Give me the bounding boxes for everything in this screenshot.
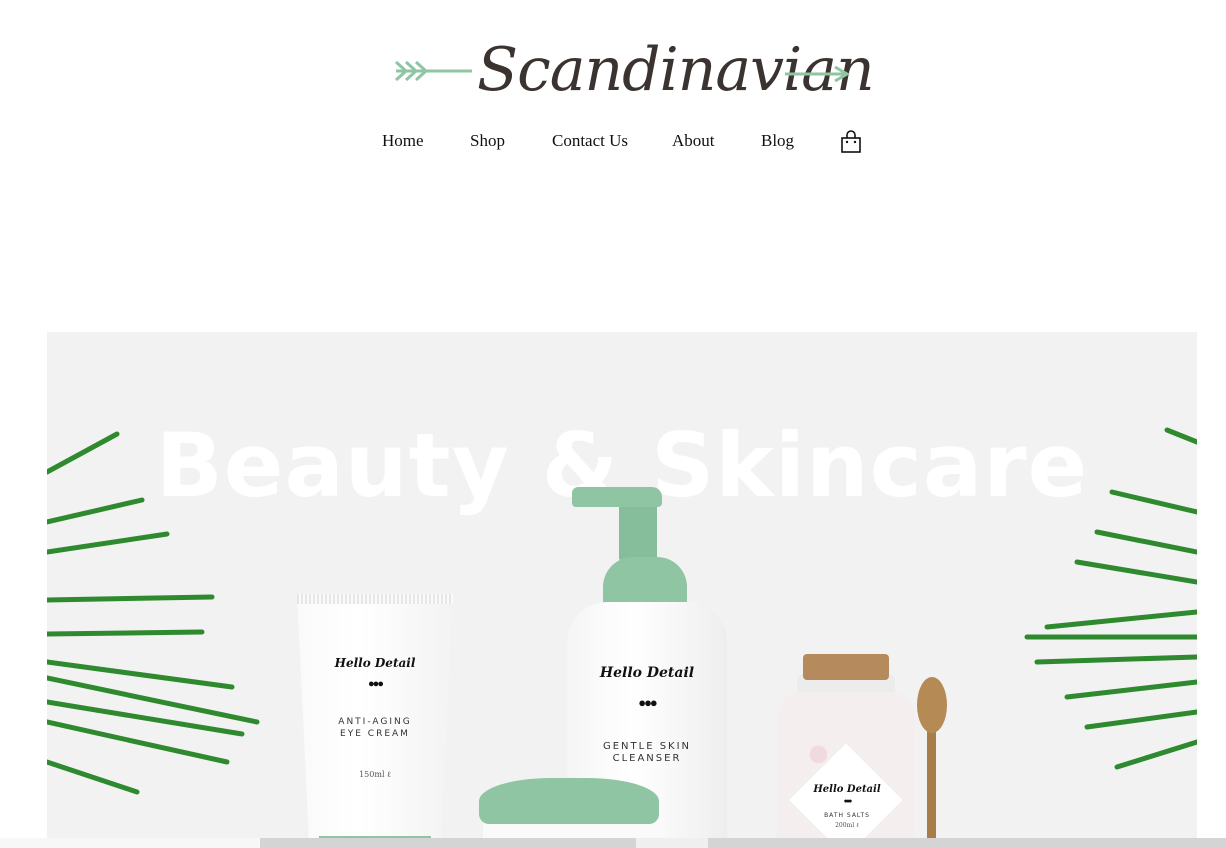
arrow-right-decoration-icon (785, 66, 850, 82)
nav-blog-link[interactable]: Blog (761, 128, 794, 154)
brand-dots-icon: ●●● (368, 678, 384, 690)
bottle-name-line1: GENTLE SKIN (602, 741, 692, 752)
palm-leaf-left-decoration (47, 431, 260, 795)
nav-home-link[interactable]: Home (382, 128, 424, 154)
tube-name-line1: ANTI-AGING (338, 717, 412, 727)
salt-brand: Hello Detail (813, 784, 881, 795)
tube-name-line2: EYE CREAM (340, 729, 410, 739)
scrollbar-thumb[interactable] (636, 838, 708, 848)
brand-dots-icon: ●●● (843, 797, 853, 805)
bottle-name-line2: CLEANSER (612, 753, 682, 764)
bottle-brand: Hello Detail (599, 665, 695, 681)
site-header: Scandinavian Home Shop Contact Us About … (0, 0, 1226, 180)
eye-cream-tube: Hello Detail ●●● ANTI-AGING EYE CREAM 15… (297, 594, 453, 848)
nav-about-link[interactable]: About (672, 128, 715, 154)
salt-volume: 200ml ℓ (835, 822, 859, 829)
main-nav: Home Shop Contact Us About Blog (0, 128, 1226, 156)
tube-volume: 150ml ℓ (359, 770, 391, 779)
hero-banner[interactable]: Beauty & Skincare Hello Detail ●●● ANTI-… (47, 332, 1197, 848)
wooden-spoon (913, 677, 953, 848)
arrow-left-decoration-icon (394, 60, 472, 82)
shopping-bag-icon[interactable] (838, 130, 864, 156)
brand-dots-icon: ●●● (638, 695, 658, 710)
tube-brand: Hello Detail (334, 656, 416, 670)
nav-contact-link[interactable]: Contact Us (552, 128, 628, 154)
horizontal-scrollbar[interactable] (0, 838, 1226, 848)
nav-shop-link[interactable]: Shop (470, 128, 505, 154)
logo-text: Scandinavian (477, 35, 875, 105)
palm-leaf-right-decoration (1024, 427, 1197, 770)
bath-salts-jar: Hello Detail ●●● BATH SALTS 200ml ℓ (777, 654, 917, 848)
scrollbar-segment (0, 838, 260, 848)
site-logo[interactable]: Scandinavian (392, 30, 875, 115)
salt-name: BATH SALTS (824, 812, 870, 819)
